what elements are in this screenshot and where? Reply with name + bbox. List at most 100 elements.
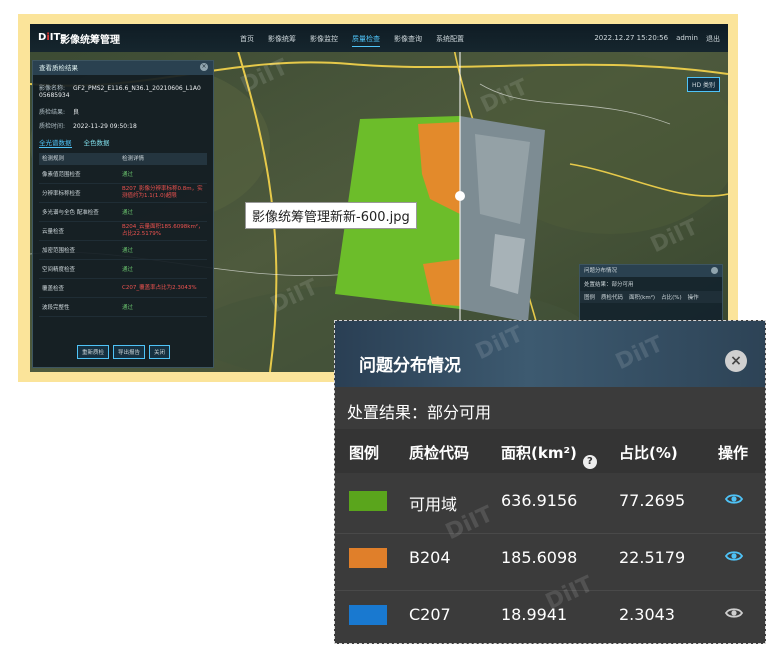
close-button[interactable]: 关闭	[149, 345, 171, 359]
user-name[interactable]: admin	[676, 34, 698, 44]
rule-name: 分辨率标称检查	[42, 191, 81, 197]
legend-swatch	[349, 548, 387, 568]
issue-area: 18.9941	[501, 605, 568, 624]
eye-icon[interactable]	[725, 550, 743, 562]
issue-code: C207	[409, 605, 451, 624]
issue-result: 处置结果：部分可用	[347, 403, 492, 422]
inspection-tabs: 全光谱数据 全色数据	[39, 137, 110, 148]
time-row: 质检时间: 2022-11-29 09:50:18	[39, 121, 137, 130]
app-title: 影像统筹管理	[60, 35, 120, 46]
export-report-button[interactable]: 导出报告	[113, 345, 146, 359]
rule-name: 云量检查	[42, 229, 65, 235]
filename-tooltip: 影像统筹管理新新-600.jpg	[245, 202, 417, 229]
rule-row: 覆盖检查 C207_覆盖率占比为2.3043%	[39, 279, 207, 298]
rule-name: 多光谱与全色 配准检查	[42, 210, 99, 216]
col-legend: 图例	[349, 444, 380, 462]
legend-swatch	[349, 491, 387, 511]
time-value: 2022-11-29 09:50:18	[73, 123, 137, 130]
rules-col-detail: 检测详情	[122, 156, 145, 162]
main-nav: 首页 影像统筹 影像监控 质量检查 影像查询 系统配置	[240, 34, 464, 47]
nav-monitor[interactable]: 影像监控	[310, 34, 338, 47]
rule-name: 像素值范围检查	[42, 172, 81, 178]
issue-ratio: 77.2695	[619, 491, 686, 510]
issue-row: B204 185.6098 22.5179	[335, 530, 765, 591]
nav-home[interactable]: 首页	[240, 34, 254, 47]
help-icon[interactable]: ?	[582, 455, 597, 469]
col-ratio: 占比(%)	[619, 444, 678, 462]
issue-row: C207 18.9941 2.3043	[335, 587, 765, 643]
rule-name: 波段完整性	[42, 305, 70, 311]
close-icon[interactable]: ×	[200, 63, 208, 71]
issue-area: 185.6098	[501, 548, 578, 567]
issue-code: B204	[409, 548, 451, 567]
image-name-row: 影像名称: GF2_PMS2_E116.6_N36.1_20210606_L1A0…	[39, 83, 207, 99]
tab-multispectral[interactable]: 全光谱数据	[39, 137, 72, 148]
rule-row: 分辨率标称检查 B207_影像分辨率标称0.8m，实测值约为1.1(1.0)超限	[39, 184, 207, 203]
hd-button[interactable]: HD 类别	[686, 77, 720, 92]
issue-code: 可用域	[409, 495, 458, 514]
close-icon[interactable]: ×	[725, 350, 747, 372]
inspection-panel-header: 查看质检结果 ×	[33, 61, 213, 75]
eye-icon[interactable]	[725, 607, 743, 619]
issue-ratio: 2.3043	[619, 605, 675, 624]
issue-panel-title: 问题分布情况	[359, 356, 461, 376]
inspection-panel: 查看质检结果 × 影像名称: GF2_PMS2_E116.6_N36.1_2021…	[32, 60, 214, 368]
rule-row: 云量检查 B204_云量面积185.6098km²，占比22.5179%	[39, 222, 207, 241]
rule-detail: 通过	[122, 248, 134, 254]
top-right-info: 2022.12.27 15:20:56 admin 退出	[594, 34, 720, 44]
close-icon[interactable]	[711, 267, 718, 274]
rule-name: 空间精度检查	[42, 267, 76, 273]
col-action: 操作	[718, 444, 749, 462]
rule-row: 加密范围检查 通过	[39, 241, 207, 260]
rule-detail: 通过	[122, 210, 134, 216]
mini-issue-result: 处置结果：部分可用	[584, 282, 634, 288]
nav-quality-check[interactable]: 质量检查	[352, 34, 380, 47]
col-code: 质检代码	[409, 444, 470, 462]
mini-issue-title: 问题分布情况	[580, 265, 722, 277]
tab-panchromatic[interactable]: 全色数据	[84, 137, 110, 148]
recheck-button[interactable]: 重新质检	[77, 345, 110, 359]
result-value: 良	[73, 109, 80, 116]
result-row: 质检结果: 良	[39, 107, 79, 116]
rule-row: 多光谱与全色 配准检查 通过	[39, 203, 207, 222]
result-label: 质检结果:	[39, 109, 66, 116]
datetime: 2022.12.27 15:20:56	[594, 34, 669, 42]
issue-ratio: 22.5179	[619, 548, 686, 567]
rule-detail: 通过	[122, 305, 134, 311]
rule-detail: 通过	[122, 172, 134, 178]
issue-distribution-panel: 问题分布情况 × 处置结果：部分可用 图例 质检代码 面积(km²)? 占比(%…	[334, 320, 766, 644]
nav-imagery[interactable]: 影像统筹	[268, 34, 296, 47]
mini-col-ratio: 占比(%)	[661, 295, 682, 301]
mini-col-action: 操作	[687, 295, 699, 301]
mini-issue-panel: 问题分布情况 处置结果：部分可用 图例 质检代码 面积(km²) 占比(%) 操…	[579, 264, 723, 326]
image-name-label: 影像名称:	[39, 85, 66, 92]
rules-body: 像素值范围检查 通过 分辨率标称检查 B207_影像分辨率标称0.8m，实测值约为1.…	[39, 165, 207, 317]
rules-col-rule: 检测规则	[42, 156, 65, 162]
top-bar: DiIT 影像统筹管理 首页 影像统筹 影像监控 质量检查 影像查询 系统配置 …	[30, 24, 728, 52]
col-area-label: 面积(km²)	[501, 444, 577, 462]
rules-table: 检测规则 检测详情 像素值范围检查 通过 分辨率标称检查 B207_影像分辨率标称0.…	[39, 153, 207, 317]
issue-table-header: 图例 质检代码 面积(km²)? 占比(%) 操作	[335, 429, 765, 473]
eye-icon[interactable]	[725, 493, 743, 505]
rule-detail: B204_云量面积185.6098km²，占比22.5179%	[122, 224, 204, 237]
rule-detail: B207_影像分辨率标称0.8m，实测值约为1.1(1.0)超限	[122, 186, 203, 199]
nav-settings[interactable]: 系统配置	[436, 34, 464, 47]
issue-area: 636.9156	[501, 491, 578, 510]
mini-col-code: 质检代码	[601, 295, 624, 301]
app-logo: DiIT	[38, 32, 61, 43]
legend-swatch	[349, 605, 387, 625]
nav-query[interactable]: 影像查询	[394, 34, 422, 47]
inspection-buttons: 重新质检 导出报告 关闭	[77, 345, 171, 359]
time-label: 质检时间:	[39, 123, 66, 130]
logout-link[interactable]: 退出	[706, 34, 720, 44]
mini-col-legend: 图例	[584, 295, 596, 301]
col-area: 面积(km²)?	[501, 442, 597, 469]
mini-issue-columns: 图例 质检代码 面积(km²) 占比(%) 操作	[580, 291, 722, 303]
rule-name: 覆盖检查	[42, 286, 65, 292]
rule-row: 波段完整性 通过	[39, 298, 207, 317]
rule-detail: 通过	[122, 267, 134, 273]
inspection-panel-title: 查看质检结果	[39, 64, 78, 72]
rule-detail: C207_覆盖率占比为2.3043%	[122, 284, 197, 291]
rule-name: 加密范围检查	[42, 248, 76, 254]
rule-row: 空间精度检查 通过	[39, 260, 207, 279]
